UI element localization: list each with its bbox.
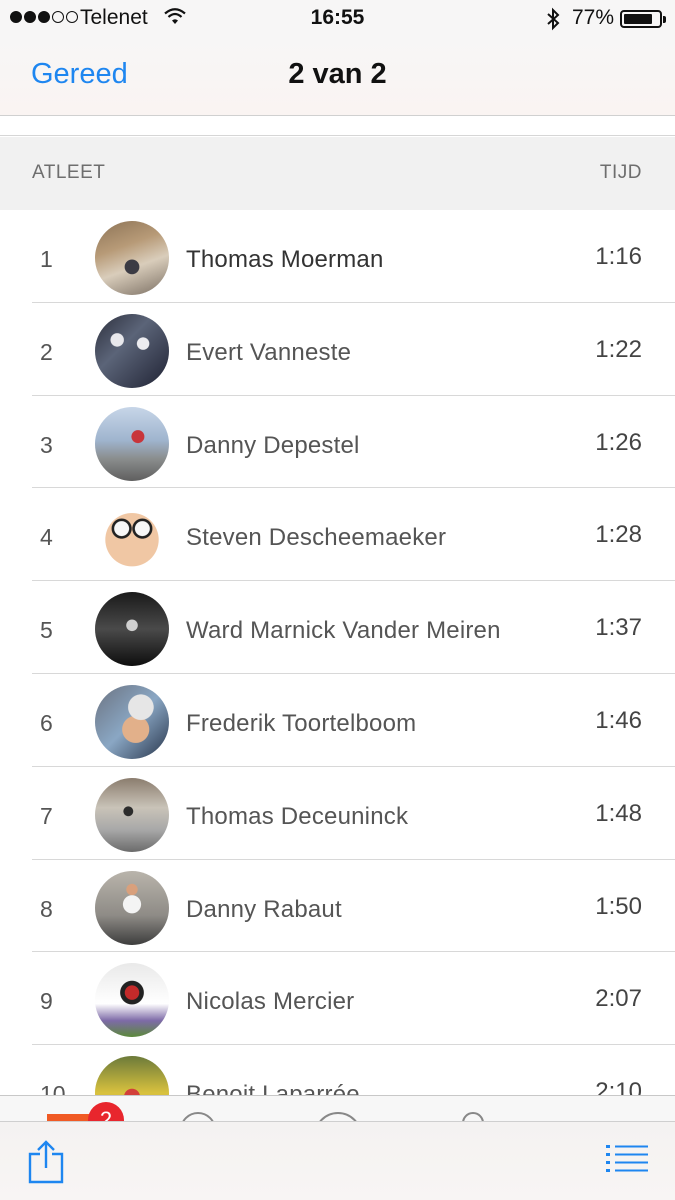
rank-number: 5 (40, 617, 53, 644)
rank-number: 6 (40, 709, 53, 736)
notification-badge: 2 (88, 1102, 124, 1121)
leaderboard-row[interactable]: 8 Danny Rabaut 1:50 (0, 860, 675, 953)
battery-icon (620, 10, 666, 28)
athlete-name: Benoit Laparrée (186, 1081, 360, 1095)
athlete-name: Danny Depestel (186, 431, 360, 459)
header-spacer (0, 116, 675, 136)
elapsed-time: 1:37 (595, 614, 642, 642)
feed-icon[interactable] (47, 1114, 89, 1121)
time-column-header: TIJD (599, 162, 642, 183)
elapsed-time: 1:16 (595, 243, 642, 270)
page-title: 2 van 2 (288, 58, 387, 90)
athlete-name: Frederik Toortelboom (186, 709, 417, 737)
elapsed-time: 1:46 (595, 706, 642, 734)
record-icon[interactable] (180, 1112, 216, 1121)
rank-number: 3 (40, 431, 53, 458)
explore-icon[interactable] (314, 1112, 362, 1121)
athlete-name: Ward Marnick Vander Meiren (186, 617, 501, 645)
bottom-toolbar (0, 1121, 675, 1200)
rank-number: 7 (40, 802, 53, 829)
rank-number: 8 (40, 895, 53, 922)
rank-number: 10 (40, 1081, 66, 1095)
athlete-avatar[interactable] (95, 777, 169, 852)
share-icon[interactable] (26, 1140, 66, 1189)
list-icon[interactable] (606, 1144, 648, 1179)
rank-number: 4 (40, 524, 53, 551)
leaderboard-row[interactable]: 2 Evert Vanneste 1:22 (0, 303, 675, 396)
athlete-avatar[interactable] (95, 406, 169, 481)
leaderboard-row[interactable]: 4 Steven Descheemaeker 1:28 (0, 488, 675, 581)
athlete-name: Nicolas Mercier (186, 988, 355, 1016)
athlete-name: Thomas Deceuninck (186, 802, 409, 830)
rank-number: 1 (40, 246, 53, 272)
bluetooth-icon (545, 7, 561, 36)
leaderboard-header: ATLEET TIJD (0, 137, 675, 210)
tab-bar: 2 (0, 1095, 675, 1121)
elapsed-time: 1:26 (595, 428, 642, 456)
leaderboard-row[interactable]: 5 Ward Marnick Vander Meiren 1:37 (0, 581, 675, 674)
battery-percentage: 77% (572, 6, 615, 29)
athlete-name: Thomas Moerman (186, 246, 384, 273)
athlete-avatar[interactable] (95, 592, 169, 667)
elapsed-time: 1:22 (595, 335, 642, 363)
rank-number: 9 (40, 988, 53, 1015)
leaderboard-row[interactable]: 3 Danny Depestel 1:26 (0, 396, 675, 489)
leaderboard-list[interactable]: 1 Thomas Moerman 1:16 2 Evert Vanneste 1… (0, 210, 675, 1095)
elapsed-time: 1:50 (595, 892, 642, 920)
athlete-name: Danny Rabaut (186, 895, 342, 923)
status-bar: Telenet 16:55 77% (0, 0, 675, 38)
athlete-name: Steven Descheemaeker (186, 524, 447, 552)
leaderboard-row[interactable]: 1 Thomas Moerman 1:16 (0, 210, 675, 303)
profile-icon[interactable] (462, 1112, 484, 1121)
elapsed-time: 1:28 (595, 521, 642, 549)
athlete-column-header: ATLEET (32, 162, 106, 183)
leaderboard-row[interactable]: 6 Frederik Toortelboom 1:46 (0, 674, 675, 767)
athlete-avatar[interactable] (95, 870, 169, 945)
athlete-avatar[interactable] (95, 313, 169, 388)
athlete-avatar[interactable] (95, 499, 169, 574)
elapsed-time: 2:07 (595, 985, 642, 1013)
elapsed-time: 2:10 (595, 1078, 642, 1095)
athlete-avatar[interactable] (95, 1056, 169, 1095)
athlete-avatar[interactable] (95, 221, 169, 295)
leaderboard-row[interactable]: 7 Thomas Deceuninck 1:48 (0, 767, 675, 860)
athlete-name: Evert Vanneste (186, 338, 352, 366)
leaderboard-row[interactable]: 9 Nicolas Mercier 2:07 (0, 952, 675, 1045)
rank-number: 2 (40, 338, 53, 365)
leaderboard-row[interactable]: 10 Benoit Laparrée 2:10 (0, 1045, 675, 1095)
athlete-avatar[interactable] (95, 963, 169, 1038)
navigation-bar: Gereed 2 van 2 (0, 38, 675, 116)
elapsed-time: 1:48 (595, 799, 642, 827)
athlete-avatar[interactable] (95, 684, 169, 759)
